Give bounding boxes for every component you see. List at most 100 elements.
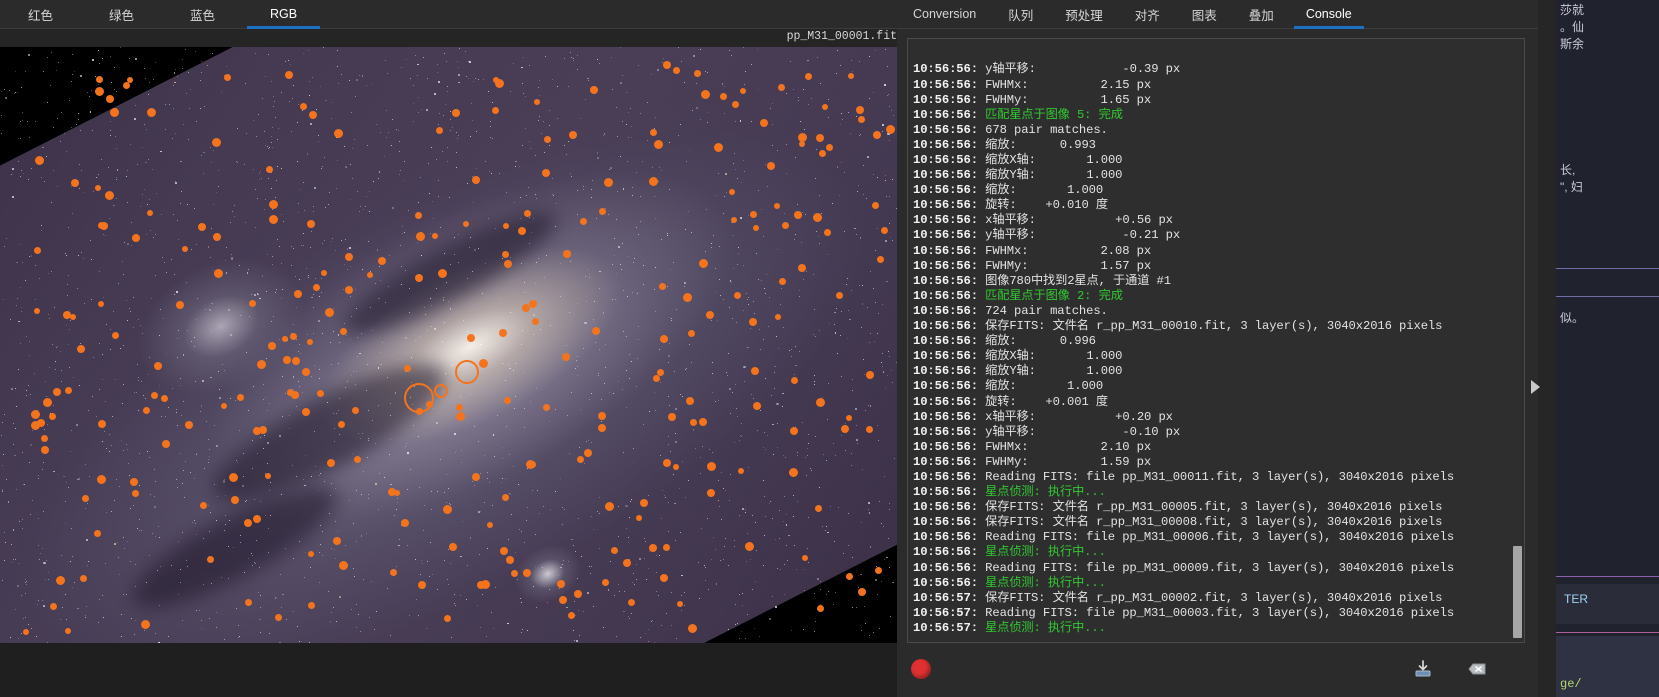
tab-label: 预处理 bbox=[1065, 8, 1103, 23]
log-message: FWHMy: 1.57 px bbox=[985, 258, 1152, 273]
star-marker bbox=[41, 446, 49, 454]
star-marker bbox=[605, 502, 614, 511]
star-marker bbox=[452, 109, 460, 117]
log-timestamp: 10:56:56: bbox=[913, 198, 986, 213]
tab-label: Console bbox=[1305, 7, 1352, 21]
console-log-line: 10:56:56: 星点侦测: 执行中... bbox=[913, 485, 1510, 500]
channel-tab-蓝色[interactable]: 蓝色 bbox=[162, 0, 243, 28]
star-marker bbox=[504, 260, 512, 268]
star-marker bbox=[602, 579, 609, 586]
star-marker bbox=[660, 335, 668, 343]
expand-panel-arrow-icon[interactable] bbox=[1528, 378, 1542, 396]
export-log-icon[interactable] bbox=[1410, 657, 1436, 681]
log-timestamp: 10:56:56: bbox=[913, 168, 986, 183]
log-timestamp: 10:56:56: bbox=[913, 107, 986, 122]
tool-tab-叠加[interactable]: 叠加 bbox=[1233, 0, 1290, 28]
star-marker bbox=[41, 435, 48, 442]
log-timestamp: 10:56:56: bbox=[913, 319, 986, 334]
star-marker bbox=[147, 108, 156, 117]
tool-tab-队列[interactable]: 队列 bbox=[992, 0, 1049, 28]
star-marker bbox=[598, 412, 606, 420]
tool-panel: Conversion 队列 预处理 对齐 图表 叠加 Console 10:56:56: y… bbox=[897, 0, 1538, 697]
star-marker bbox=[56, 576, 65, 585]
star-marker bbox=[436, 127, 443, 134]
star-marker bbox=[668, 413, 676, 421]
star-marker bbox=[502, 251, 509, 258]
sky-image bbox=[0, 47, 897, 643]
channel-tab-绿色[interactable]: 绿色 bbox=[81, 0, 162, 28]
background-text-fragment: 似。 bbox=[1560, 311, 1585, 325]
log-message: 星点侦测: 执行中... bbox=[985, 545, 1106, 560]
console-scrollbar-thumb[interactable] bbox=[1513, 546, 1522, 638]
log-message: x轴平移: +0.20 px bbox=[985, 409, 1173, 424]
log-timestamp: 10:56:56: bbox=[913, 288, 986, 303]
star-marker bbox=[388, 488, 396, 496]
star-marker bbox=[875, 567, 882, 574]
star-marker bbox=[856, 106, 864, 114]
star-marker bbox=[325, 308, 334, 317]
console-log-line: 10:56:56: 678 pair matches. bbox=[913, 123, 1510, 138]
console-log-line: 10:56:56: 旋转: +0.010 度 bbox=[913, 198, 1510, 213]
log-message: Reading FITS: file pp_M31_00003.fit, 3 l… bbox=[985, 605, 1455, 620]
recording-dot-icon[interactable] bbox=[911, 659, 931, 679]
star-marker bbox=[544, 136, 551, 143]
tool-tab-对齐[interactable]: 对齐 bbox=[1119, 0, 1176, 28]
log-message: 匹配星点于图像 2: 完成 bbox=[985, 288, 1123, 303]
log-timestamp: 10:56:56: bbox=[913, 379, 986, 394]
console-log-line: 10:56:56: 星点侦测: 执行中... bbox=[913, 545, 1510, 560]
tab-label: 叠加 bbox=[1248, 8, 1274, 23]
star-marker bbox=[532, 318, 539, 325]
star-marker bbox=[333, 537, 341, 545]
log-timestamp: 10:56:56: bbox=[913, 439, 986, 454]
channel-tab-红色[interactable]: 红色 bbox=[0, 0, 81, 28]
tool-tab-console[interactable]: Console bbox=[1290, 0, 1368, 29]
star-marker bbox=[449, 543, 457, 551]
star-marker bbox=[98, 301, 104, 307]
log-timestamp: 10:56:56: bbox=[913, 122, 986, 137]
star-marker bbox=[65, 628, 71, 634]
star-marker bbox=[734, 292, 741, 299]
clear-log-icon[interactable] bbox=[1464, 657, 1490, 681]
channel-tab-rgb[interactable]: RGB bbox=[243, 0, 324, 29]
log-message: 缩放: 1.000 bbox=[985, 183, 1104, 198]
star-marker bbox=[523, 569, 531, 577]
log-timestamp: 10:56:56: bbox=[913, 500, 986, 515]
star-marker bbox=[472, 473, 480, 481]
star-marker bbox=[443, 505, 452, 514]
tab-label: Conversion bbox=[913, 7, 977, 21]
star-marker bbox=[285, 71, 293, 79]
star-marker bbox=[778, 84, 785, 91]
tool-tab-conversion[interactable]: Conversion bbox=[897, 0, 992, 28]
star-marker bbox=[802, 555, 808, 561]
star-marker bbox=[760, 119, 768, 127]
star-marker bbox=[162, 440, 170, 448]
console-output-box[interactable]: 10:56:56: y轴平移: -0.39 px 10:56:56: FWHMx:… bbox=[907, 38, 1525, 643]
star-marker bbox=[127, 77, 133, 83]
console-log-line: 10:56:56: y轴平移: -0.10 px bbox=[913, 425, 1510, 440]
star-marker bbox=[96, 76, 103, 83]
star-marker bbox=[130, 478, 138, 486]
tab-label: 图表 bbox=[1191, 8, 1217, 23]
star-marker bbox=[249, 300, 256, 307]
star-marker bbox=[846, 415, 852, 421]
star-marker bbox=[237, 394, 244, 401]
star-marker bbox=[826, 144, 833, 151]
console-log-line: 10:56:56: 缩放: 1.000 bbox=[913, 379, 1510, 394]
star-marker bbox=[816, 134, 824, 142]
log-message: Reading FITS: file pp_M31_00009.fit, 3 l… bbox=[985, 560, 1455, 575]
image-canvas[interactable] bbox=[0, 47, 897, 643]
star-marker bbox=[456, 404, 463, 411]
background-terminal-window[interactable]: TER bbox=[1556, 584, 1659, 624]
console-log-line: 10:56:56: FWHMx: 2.08 px bbox=[913, 244, 1510, 259]
log-message: y轴平移: -0.39 px bbox=[985, 62, 1181, 77]
star-marker bbox=[604, 178, 613, 187]
tool-tab-图表[interactable]: 图表 bbox=[1176, 0, 1233, 28]
tool-tab-预处理[interactable]: 预处理 bbox=[1049, 0, 1119, 28]
console-log-line: 10:56:56: 星点侦测: 执行中... bbox=[913, 576, 1510, 591]
star-marker bbox=[307, 339, 313, 345]
star-marker bbox=[673, 67, 680, 74]
star-marker bbox=[574, 590, 582, 598]
star-marker bbox=[345, 286, 353, 294]
star-marker bbox=[415, 274, 423, 282]
star-marker bbox=[401, 519, 409, 527]
